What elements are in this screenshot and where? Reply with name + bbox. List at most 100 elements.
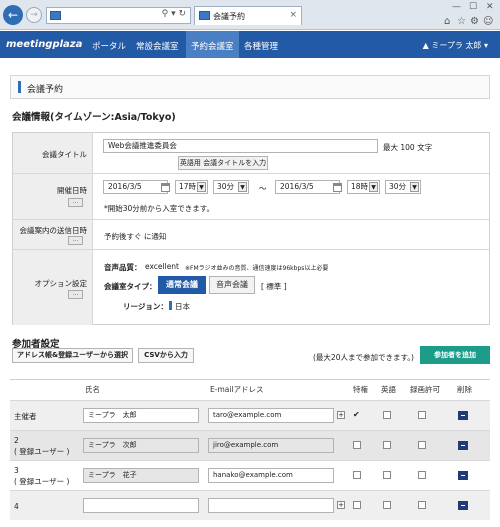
datetime-label: 開催日時 (57, 186, 87, 195)
address-book-button[interactable]: アドレス帳&登録ユーザーから選択 (12, 348, 133, 363)
close-window-icon[interactable]: ✕ (486, 2, 494, 12)
header-name: 氏名 (85, 385, 100, 394)
page-header: 会議予約 (10, 75, 490, 99)
start-hour-value: 17時 (179, 182, 197, 191)
back-icon[interactable]: ← (3, 5, 23, 25)
start-calendar-icon[interactable] (161, 183, 170, 192)
table-row: 3 ( 登録ユーザー ) ミープラ 花子 hanako@example.com (10, 460, 490, 490)
name-input[interactable]: ミープラ 太郎 (83, 408, 199, 423)
chevron-down-icon: ▼ (369, 182, 378, 192)
end-hour-value: 18時 (351, 182, 369, 191)
nav-portal[interactable]: ポータル (92, 40, 126, 52)
title-input[interactable]: Web会議推進委員会 (103, 139, 378, 153)
row-label: 4 (14, 502, 19, 511)
chevron-down-icon: ▼ (197, 182, 206, 192)
notify-label: 会議案内の送信日時 (19, 226, 88, 235)
end-calendar-icon[interactable] (333, 183, 342, 192)
start-min-value: 30分 (217, 182, 235, 191)
favorites-icon[interactable]: ☆ (457, 16, 466, 27)
table-row: 主催者 ミープラ 太郎 taro@example.com + ✔ (10, 400, 490, 430)
forward-icon[interactable]: → (26, 7, 42, 23)
table-row: 2 ( 登録ユーザー ) ミープラ 次郎 jiro@example.com (10, 430, 490, 460)
row-notify: 会議案内の送信日時 ... 予約後すぐ に通知 (13, 220, 489, 250)
email-input[interactable]: taro@example.com (208, 408, 334, 423)
browser-chrome: ← → ⚲ ▾ ↻ 会議予約 × — ☐ ✕ ⌂ ☆ ⚙ ☺ (0, 0, 500, 30)
region-value: 日本 (175, 302, 190, 311)
row-label: 主催者 (14, 412, 37, 421)
tab-close-icon[interactable]: × (289, 10, 297, 20)
privilege-checkbox[interactable] (353, 471, 361, 479)
user-menu[interactable]: ▲ ミープラ 太郎 ▾ (423, 40, 488, 51)
notify-value: 予約後すぐ に通知 (104, 232, 167, 241)
nav-reserved-rooms[interactable]: 予約会議室 (186, 31, 239, 58)
email-input[interactable]: jiro@example.com (208, 438, 334, 453)
row-title: 会議タイトル Web会議推進委員会 最大 100 文字 英語用 会議タイトルを入… (13, 133, 489, 174)
table-row: 4 + (10, 490, 490, 520)
english-title-button[interactable]: 英語用 会議タイトルを入力 (178, 156, 268, 170)
room-type-normal-toggle[interactable]: 通常会議 (158, 276, 206, 294)
english-checkbox[interactable] (383, 471, 391, 479)
participants-table: 氏名 E-mailアドレス 特権 英語 録画許可 削除 主催者 ミープラ 太郎 … (10, 379, 490, 527)
delete-icon[interactable] (458, 441, 468, 450)
meeting-form: 会議タイトル Web会議推進委員会 最大 100 文字 英語用 会議タイトルを入… (12, 132, 490, 325)
row-options: オプション設定 ... 音声品質： excellent ※FMラジオ並みの音質、… (13, 250, 489, 325)
privilege-checkbox[interactable] (353, 501, 361, 509)
delete-icon[interactable] (458, 501, 468, 510)
start-hour-select[interactable]: 17時 ▼ (175, 180, 208, 194)
record-checkbox[interactable] (418, 441, 426, 449)
participant-limit-note: (最大20人まで参加できます。) (313, 353, 414, 362)
room-type-audio-toggle[interactable]: 音声会議 (209, 276, 255, 294)
name-input[interactable]: ミープラ 次郎 (83, 438, 199, 453)
entry-note: *開始30分前から入室できます。 (104, 204, 215, 213)
plus-icon[interactable]: + (337, 501, 345, 509)
minimize-icon[interactable]: — (452, 2, 461, 12)
logo[interactable]: meetingplaza (6, 39, 82, 50)
record-checkbox[interactable] (418, 411, 426, 419)
option-settings-button[interactable]: ... (68, 290, 83, 299)
smiley-icon[interactable]: ☺ (483, 16, 493, 27)
end-hour-select[interactable]: 18時 ▼ (347, 180, 380, 194)
maximize-icon[interactable]: ☐ (469, 2, 477, 12)
end-date-input[interactable]: 2016/3/5 (275, 180, 340, 194)
nav-permanent-rooms[interactable]: 常設会議室 (136, 40, 179, 52)
start-date-input[interactable]: 2016/3/5 (103, 180, 168, 194)
row-label: 3 (14, 466, 19, 475)
delete-icon[interactable] (458, 411, 468, 420)
label-cell: 開催日時 ... (13, 174, 93, 219)
english-checkbox[interactable] (383, 411, 391, 419)
record-checkbox[interactable] (418, 471, 426, 479)
row-sublabel: ( 登録ユーザー ) (14, 447, 70, 456)
room-type-standard: [ 標準 ] (261, 282, 287, 291)
address-bar-icons[interactable]: ⚲ ▾ ↻ (162, 9, 186, 19)
region-label: リージョン： (123, 302, 168, 311)
main-content: 会議予約 会議情報(タイムゾーン:Asia/Tokyo) 会議タイトル Web会… (0, 58, 500, 527)
address-bar[interactable]: ⚲ ▾ ↻ (46, 7, 191, 24)
plus-icon[interactable]: + (337, 411, 345, 419)
label-cell: オプション設定 ... (13, 250, 93, 325)
delete-icon[interactable] (458, 471, 468, 480)
range-separator: 〜 (259, 184, 267, 193)
english-checkbox[interactable] (383, 441, 391, 449)
csv-input-button[interactable]: CSVから入力 (138, 348, 194, 363)
datetime-options-button[interactable]: ... (68, 198, 83, 207)
row-label: 2 (14, 436, 19, 445)
header-delete: 削除 (457, 385, 472, 394)
email-input[interactable]: hanako@example.com (208, 468, 334, 483)
home-icon[interactable]: ⌂ (444, 16, 450, 27)
name-input[interactable]: ミープラ 花子 (83, 468, 199, 483)
name-input[interactable] (83, 498, 199, 513)
add-participant-button[interactable]: 参加者を追加 (420, 346, 490, 364)
email-input[interactable] (208, 498, 334, 513)
meeting-info-title: 会議情報(タイムゾーン:Asia/Tokyo) (12, 112, 176, 123)
header-privilege: 特権 (353, 385, 368, 394)
notify-options-button[interactable]: ... (68, 236, 83, 245)
nav-management[interactable]: 各種管理 (244, 40, 278, 52)
english-checkbox[interactable] (383, 501, 391, 509)
privilege-checkbox[interactable] (353, 441, 361, 449)
start-min-select[interactable]: 30分 ▼ (213, 180, 249, 194)
record-checkbox[interactable] (418, 501, 426, 509)
browser-tab[interactable]: 会議予約 × (194, 6, 302, 25)
favicon-icon (50, 11, 61, 20)
settings-icon[interactable]: ⚙ (470, 16, 479, 27)
end-min-select[interactable]: 30分 ▼ (385, 180, 421, 194)
